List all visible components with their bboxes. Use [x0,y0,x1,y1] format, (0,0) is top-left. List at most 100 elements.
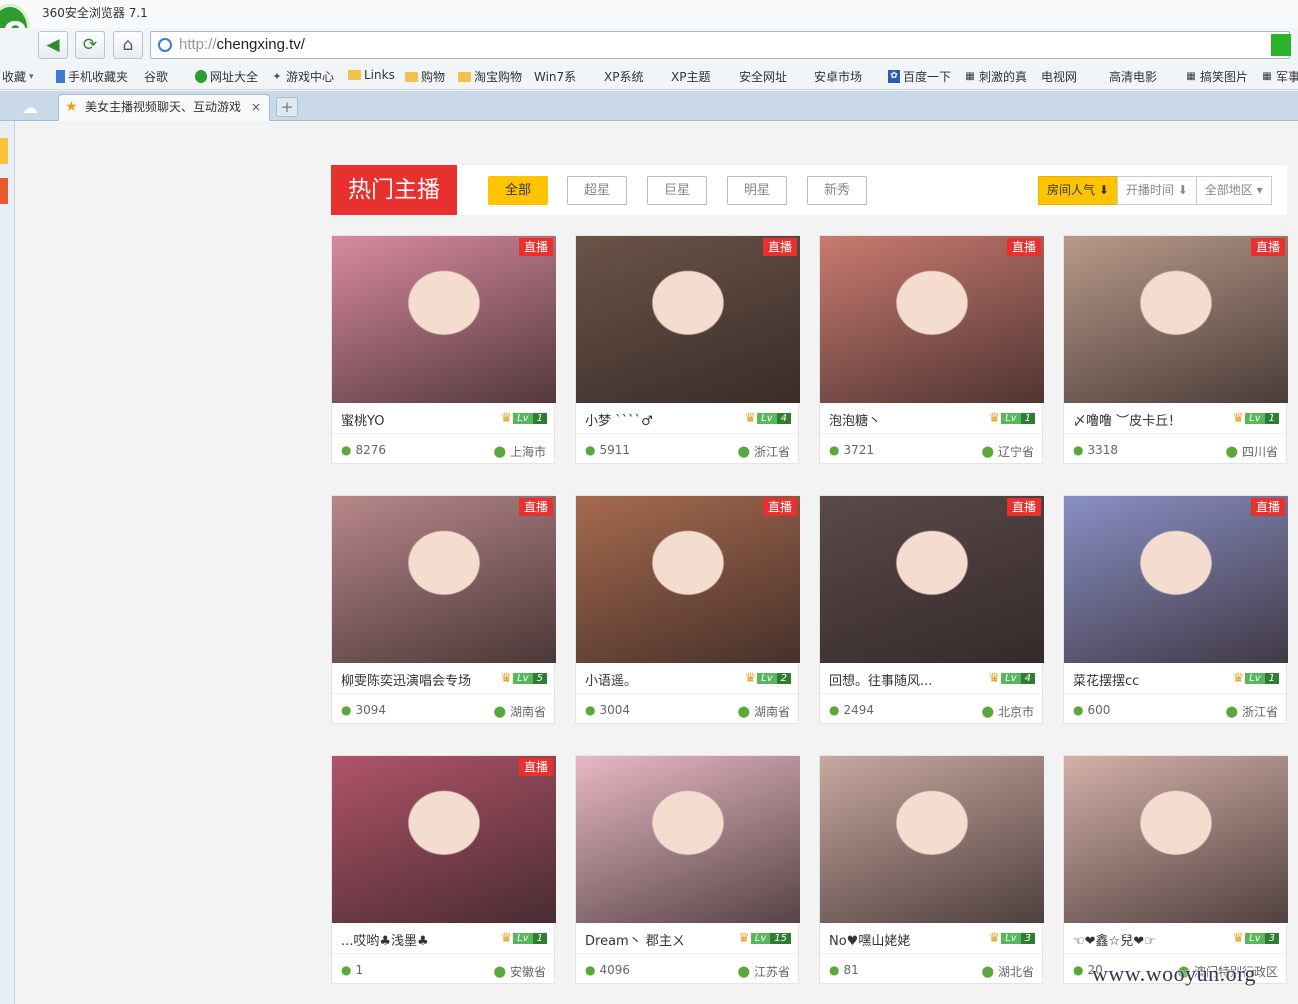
bookmark-favorites[interactable]: 收藏 ▾ [2,68,34,85]
level-prefix: Lv [513,413,533,424]
cloud-icon[interactable]: ☁ [22,98,38,117]
streamer-name[interactable]: 蜜桃YO [341,410,491,429]
address-host: chengxing.tv/ [216,36,305,53]
streamer-card[interactable]: 直播 小梦 ˋˋˋˋ♂ ♛ Lv 4 ● 5911 ⬤ 浙江省 [575,235,800,464]
card-meta-row: ● 3318 ⬤ 四川省 [1064,435,1286,465]
streamer-name[interactable]: Dream丶 郡主ㄨ [585,930,735,949]
streamer-name[interactable]: No♥嘿山姥姥 [829,930,979,949]
streamer-thumbnail[interactable]: 直播 [1064,496,1288,663]
streamer-thumbnail[interactable]: 直播 [820,236,1044,403]
streamer-name[interactable]: 〆噜噜 ︶皮卡丘！ [1073,410,1223,429]
user-icon: ● [829,443,840,457]
viewer-count: 5911 [599,443,631,457]
level-badge: ♛ Lv 1 [1232,672,1279,686]
bookmark-item[interactable]: 安全网址 [739,68,787,85]
streamer-card[interactable]: 直播 泡泡糖丶 ♛ Lv 1 ● 3721 ⬤ 辽宁省 [819,235,1044,464]
crown-icon: ♛ [988,931,1001,946]
bookmark-item[interactable]: Win7系 [534,68,576,85]
bookmark-item[interactable]: 安卓市场 [814,68,862,85]
live-badge: 直播 [518,238,553,256]
streamer-name[interactable]: 回想。往事随风... [829,670,979,689]
bookmark-item[interactable]: ✿ 百度一下 [888,68,951,85]
bookmark-label: 网址大全 [210,70,259,84]
streamer-thumbnail[interactable] [820,756,1044,923]
streamer-card[interactable]: 直播 柳雯陈奕迅演唱会专场 ♛ Lv 5 ● 3094 ⬤ 湖南省 [331,495,556,724]
bookmark-item[interactable]: 网址大全 [195,68,258,85]
streamer-name[interactable]: ☜❤鑫☆兒❤☞ [1073,930,1223,949]
refresh-button[interactable]: ⟳ [75,31,105,59]
category-star-button[interactable]: 明星 [727,176,787,205]
streamer-location: 上海市 [509,445,546,459]
security-icon[interactable] [1271,34,1291,56]
location-pin-icon: ⬤ [737,965,750,978]
region-dropdown[interactable]: 全部地区 ▾ [1195,176,1272,205]
bookmark-item[interactable]: ▦ 搞笑图片 [1185,68,1248,85]
streamer-card[interactable]: 直播 蜜桃YO ♛ Lv 1 ● 8276 ⬤ 上海市 [331,235,556,464]
streamer-card[interactable]: 直播 ...哎哟♣浅墨♣ ♛ Lv 1 ● 1 ⬤ 安徽省 [331,755,556,985]
back-button[interactable]: ◀ [38,31,68,59]
crown-icon: ♛ [1232,931,1245,946]
sort-popularity-button[interactable]: 房间人气 ⬇ [1038,176,1118,205]
close-tab-button[interactable]: × [251,95,261,120]
new-tab-button[interactable]: + [276,97,298,117]
bookmark-item[interactable]: ✦ 游戏中心 [271,68,334,85]
home-button[interactable]: ⌂ [113,31,143,59]
bookmark-item[interactable]: XP系统 [604,68,643,85]
card-meta-row: ● 1 ⬤ 安徽省 [332,955,554,985]
level-badge: ♛ Lv 4 [988,672,1035,686]
location-pin-icon: ⬤ [493,965,506,978]
card-meta-row: ● 600 ⬤ 浙江省 [1064,695,1286,725]
sort-start-time-button[interactable]: 开播时间 ⬇ [1116,176,1197,205]
streamer-card[interactable]: 直播菜花摆摆cc ♛ Lv 1 ● 600 ⬤ 浙江省 [1063,495,1288,725]
category-giant-star-button[interactable]: 巨星 [647,176,707,205]
bookmark-item[interactable]: Links [348,68,395,82]
folder-icon [405,71,418,82]
bookmark-item[interactable]: XP主题 [671,68,710,85]
streamer-thumbnail[interactable] [576,756,800,923]
streamer-thumbnail[interactable]: 直播 [576,496,800,663]
category-newcomer-button[interactable]: 新秀 [807,176,867,205]
streamer-card[interactable]: 直播 回想。往事随风... ♛ Lv 4 ● 2494 ⬤ 北京市 [819,495,1044,724]
bookmark-item[interactable]: ▦ 刺激的真 [964,68,1027,85]
card-name-row: 蜜桃YO ♛ Lv 1 [332,404,554,434]
streamer-card[interactable]: 直播 小语遥。 ♛ Lv 2 ● 3004 ⬤ 湖南省 [575,495,800,724]
streamer-name[interactable]: 小语遥。 [585,670,735,689]
sidebar-tool-icon[interactable] [0,138,8,164]
streamer-name[interactable]: 小梦 ˋˋˋˋ♂ [585,410,735,429]
bookmark-item[interactable]: 电视网 [1041,68,1077,85]
streamer-thumbnail[interactable]: 直播 [820,496,1044,663]
refresh-icon: ⟳ [82,35,98,55]
bookmark-item[interactable]: 淘宝购物 [458,68,522,85]
streamer-card[interactable]: No♥嘿山姥姥 ♛ Lv 3 ● 81 ⬤ 湖北省 [819,755,1044,984]
streamer-name[interactable]: 泡泡糖丶 [829,410,979,429]
category-all-button[interactable]: 全部 [488,176,548,205]
bookmark-item[interactable]: 谷歌 [144,68,168,85]
live-badge: 直播 [1250,238,1285,256]
streamer-thumbnail[interactable]: 直播 [332,756,556,923]
star-icon: ★ [65,99,78,115]
streamer-thumbnail[interactable] [1064,756,1288,923]
streamer-thumbnail[interactable]: 直播 [332,236,556,403]
streamer-name[interactable]: 菜花摆摆cc [1073,670,1223,689]
sidebar-tool-icon[interactable] [0,178,8,204]
card-name-row: 小梦 ˋˋˋˋ♂ ♛ Lv 4 [576,404,798,434]
streamer-thumbnail[interactable]: 直播 [1064,236,1288,403]
bookmark-item[interactable]: 高清电影 [1109,68,1157,85]
streamer-card[interactable]: Dream丶 郡主ㄨ ♛ Lv 15 ● 4096 ⬤ 江苏省 [575,755,800,984]
address-bar[interactable]: http://chengxing.tv/ [150,31,1291,59]
level-prefix: Lv [1245,673,1265,684]
streamer-name[interactable]: ...哎哟♣浅墨♣ [341,930,491,949]
viewer-count: 3004 [599,703,631,717]
tab-active[interactable]: ★ 美女主播视频聊天、互动游戏 × [58,94,270,121]
streamer-name[interactable]: 柳雯陈奕迅演唱会专场 [341,670,491,689]
streamer-thumbnail[interactable]: 直播 [332,496,556,663]
bookmark-item[interactable]: 购物 [405,68,445,85]
streamer-thumbnail[interactable]: 直播 [576,236,800,403]
location-pin-icon: ⬤ [981,445,994,458]
bookmark-item[interactable]: ▦ 军事 [1261,68,1298,85]
bookmark-label: 高清电影 [1109,70,1158,84]
category-superstar-button[interactable]: 超星 [567,176,627,205]
streamer-card[interactable]: 直播 〆噜噜 ︶皮卡丘！ ♛ Lv 1 ● 3318 ⬤ 四川省 [1063,235,1288,465]
streamer-card[interactable]: ☜❤鑫☆兒❤☞ ♛ Lv 3 ● 20 ⬤ 澳门特别行政区 [1063,755,1288,984]
bookmark-item[interactable]: 手机收藏夹 [56,68,128,85]
